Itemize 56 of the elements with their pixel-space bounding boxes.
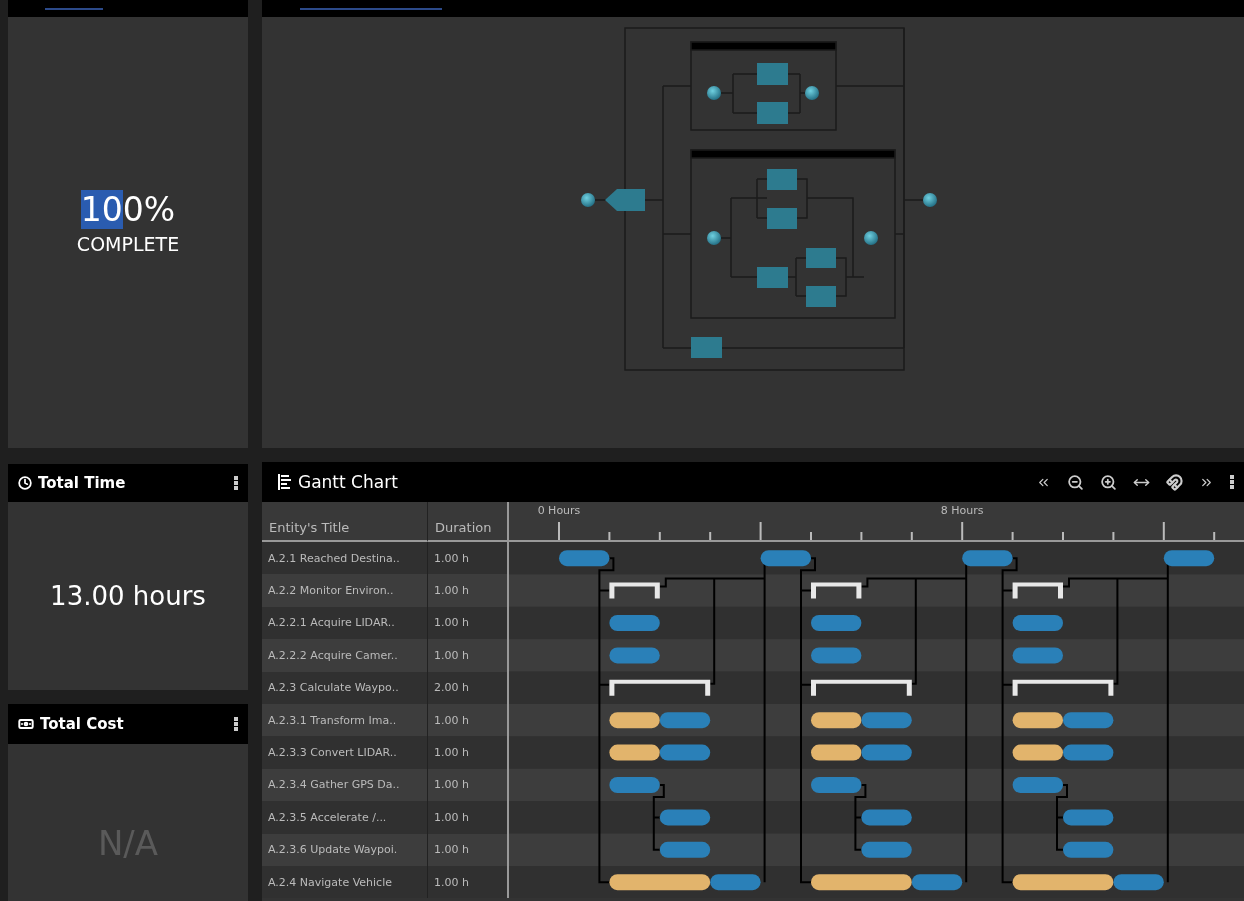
complete-label: COMPLETE [76,233,180,255]
summary-bracket [811,582,862,599]
zoom-out-button[interactable] [1067,473,1084,491]
task-bar [609,615,660,631]
zoom-in-button[interactable] [1100,473,1117,491]
task-bar [962,550,1013,567]
table-cell: A.2.3.6 Update Waypoi. [262,833,427,866]
table-cell: A.2.2 Monitor Environ.. [262,574,427,607]
panel-title: Gantt Chart [298,472,399,492]
task-bar [609,647,660,664]
table-cell: 1.00 h [427,574,507,607]
table-cell: 1.00 h [427,833,507,866]
summary-bracket [1012,582,1063,599]
total-time-value: 13.00 hours [50,581,206,611]
table-cell: 1.00 h [427,639,507,672]
task-bar [760,550,811,567]
task-bar [659,712,711,729]
task-bar [1063,712,1114,729]
waiting-bar [1012,712,1063,729]
task-bar [811,647,862,664]
task-bar [811,777,862,793]
more-vertical-icon[interactable] [1230,475,1234,489]
task-bar [1113,874,1164,891]
summary-bracket [609,582,660,599]
task-bar [1012,615,1063,631]
task-bar [1012,777,1063,793]
task-bar [811,615,862,631]
task-bar [1063,809,1114,826]
task-bar [710,874,761,891]
task-bar [861,712,912,729]
axis-label: 0 Hours [537,504,581,517]
waiting-bar [609,712,660,729]
task-bar [559,550,610,567]
magnet-button[interactable] [1166,473,1183,491]
task-bar [609,777,660,793]
task-bar [861,809,912,826]
table-cell: A.2.3.1 Transform Ima.. [262,703,427,737]
panel-title: Total Time [38,474,127,492]
panel-title: Total Cost [40,715,125,733]
clock-icon [18,476,32,490]
table-cell: 1.00 h [427,768,507,802]
task-bar [911,874,963,891]
table-cell: A.2.3.4 Gather GPS Da.. [262,768,427,802]
percent-complete: 100% [80,190,176,229]
more-vertical-icon[interactable] [234,476,238,490]
column-header: Duration [427,502,507,542]
column-header: Entity's Title [262,502,427,542]
banknote-icon [18,716,34,732]
waiting-bar [811,712,862,729]
axis-label: 8 Hours [940,504,984,517]
gantt-icon [278,474,292,490]
more-vertical-icon[interactable] [234,717,238,731]
table-cell: 1.00 h [427,703,507,737]
table-cell: A.2.2.2 Acquire Camer.. [262,639,427,672]
selection-indicator [45,8,103,10]
task-bar [1163,550,1215,567]
